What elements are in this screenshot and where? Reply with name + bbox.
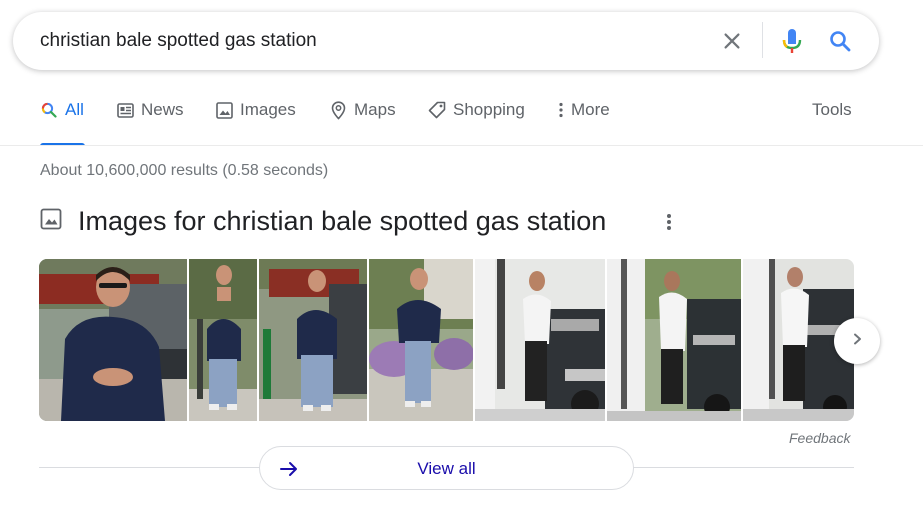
view-all-label: View all [417, 459, 476, 478]
tab-label: Images [240, 100, 296, 119]
view-all-button[interactable]: View all [259, 446, 634, 490]
tab-label: All [65, 100, 84, 119]
image-thumbnail-strip [39, 259, 854, 421]
close-icon[interactable] [718, 27, 746, 55]
image-thumbnail[interactable] [369, 259, 473, 421]
tab-all[interactable]: All [40, 100, 85, 146]
search-divider [762, 22, 763, 58]
tab-shopping[interactable]: Shopping [428, 100, 525, 146]
news-icon [116, 101, 134, 119]
tab-label: Maps [354, 100, 396, 119]
tab-maps[interactable]: Maps [329, 100, 396, 146]
chevron-right-icon [850, 332, 864, 351]
images-block-title[interactable]: Images for christian bale spotted gas st… [78, 206, 606, 237]
image-icon [40, 208, 62, 235]
search-input[interactable] [40, 30, 700, 52]
more-options-icon[interactable] [660, 210, 678, 234]
tab-news[interactable]: News [116, 100, 184, 146]
tab-label: News [141, 100, 184, 119]
tag-icon [428, 101, 446, 119]
search-tabs: All News Images Maps Shopping More Tools [0, 100, 923, 146]
image-icon [215, 101, 233, 119]
tools-button[interactable]: Tools [812, 100, 852, 120]
next-images-button[interactable] [834, 318, 880, 364]
image-thumbnail[interactable] [475, 259, 605, 421]
more-vert-icon [556, 101, 566, 119]
tab-label: Shopping [453, 100, 525, 119]
search-icon [40, 101, 58, 119]
feedback-link[interactable]: Feedback [789, 430, 850, 446]
result-stats: About 10,600,000 results (0.58 seconds) [40, 162, 329, 179]
microphone-icon[interactable] [778, 27, 806, 55]
image-thumbnail[interactable] [39, 259, 187, 421]
search-bar[interactable] [13, 12, 879, 70]
search-icon[interactable] [826, 27, 854, 55]
images-block-header: Images for christian bale spotted gas st… [40, 206, 606, 237]
tabs-divider [0, 145, 923, 146]
tab-more[interactable]: More [556, 100, 610, 146]
image-thumbnail[interactable] [189, 259, 257, 421]
image-thumbnail[interactable] [607, 259, 741, 421]
map-pin-icon [329, 100, 347, 120]
tab-images[interactable]: Images [215, 100, 296, 146]
image-thumbnail[interactable] [259, 259, 367, 421]
tab-label: More [571, 100, 610, 119]
